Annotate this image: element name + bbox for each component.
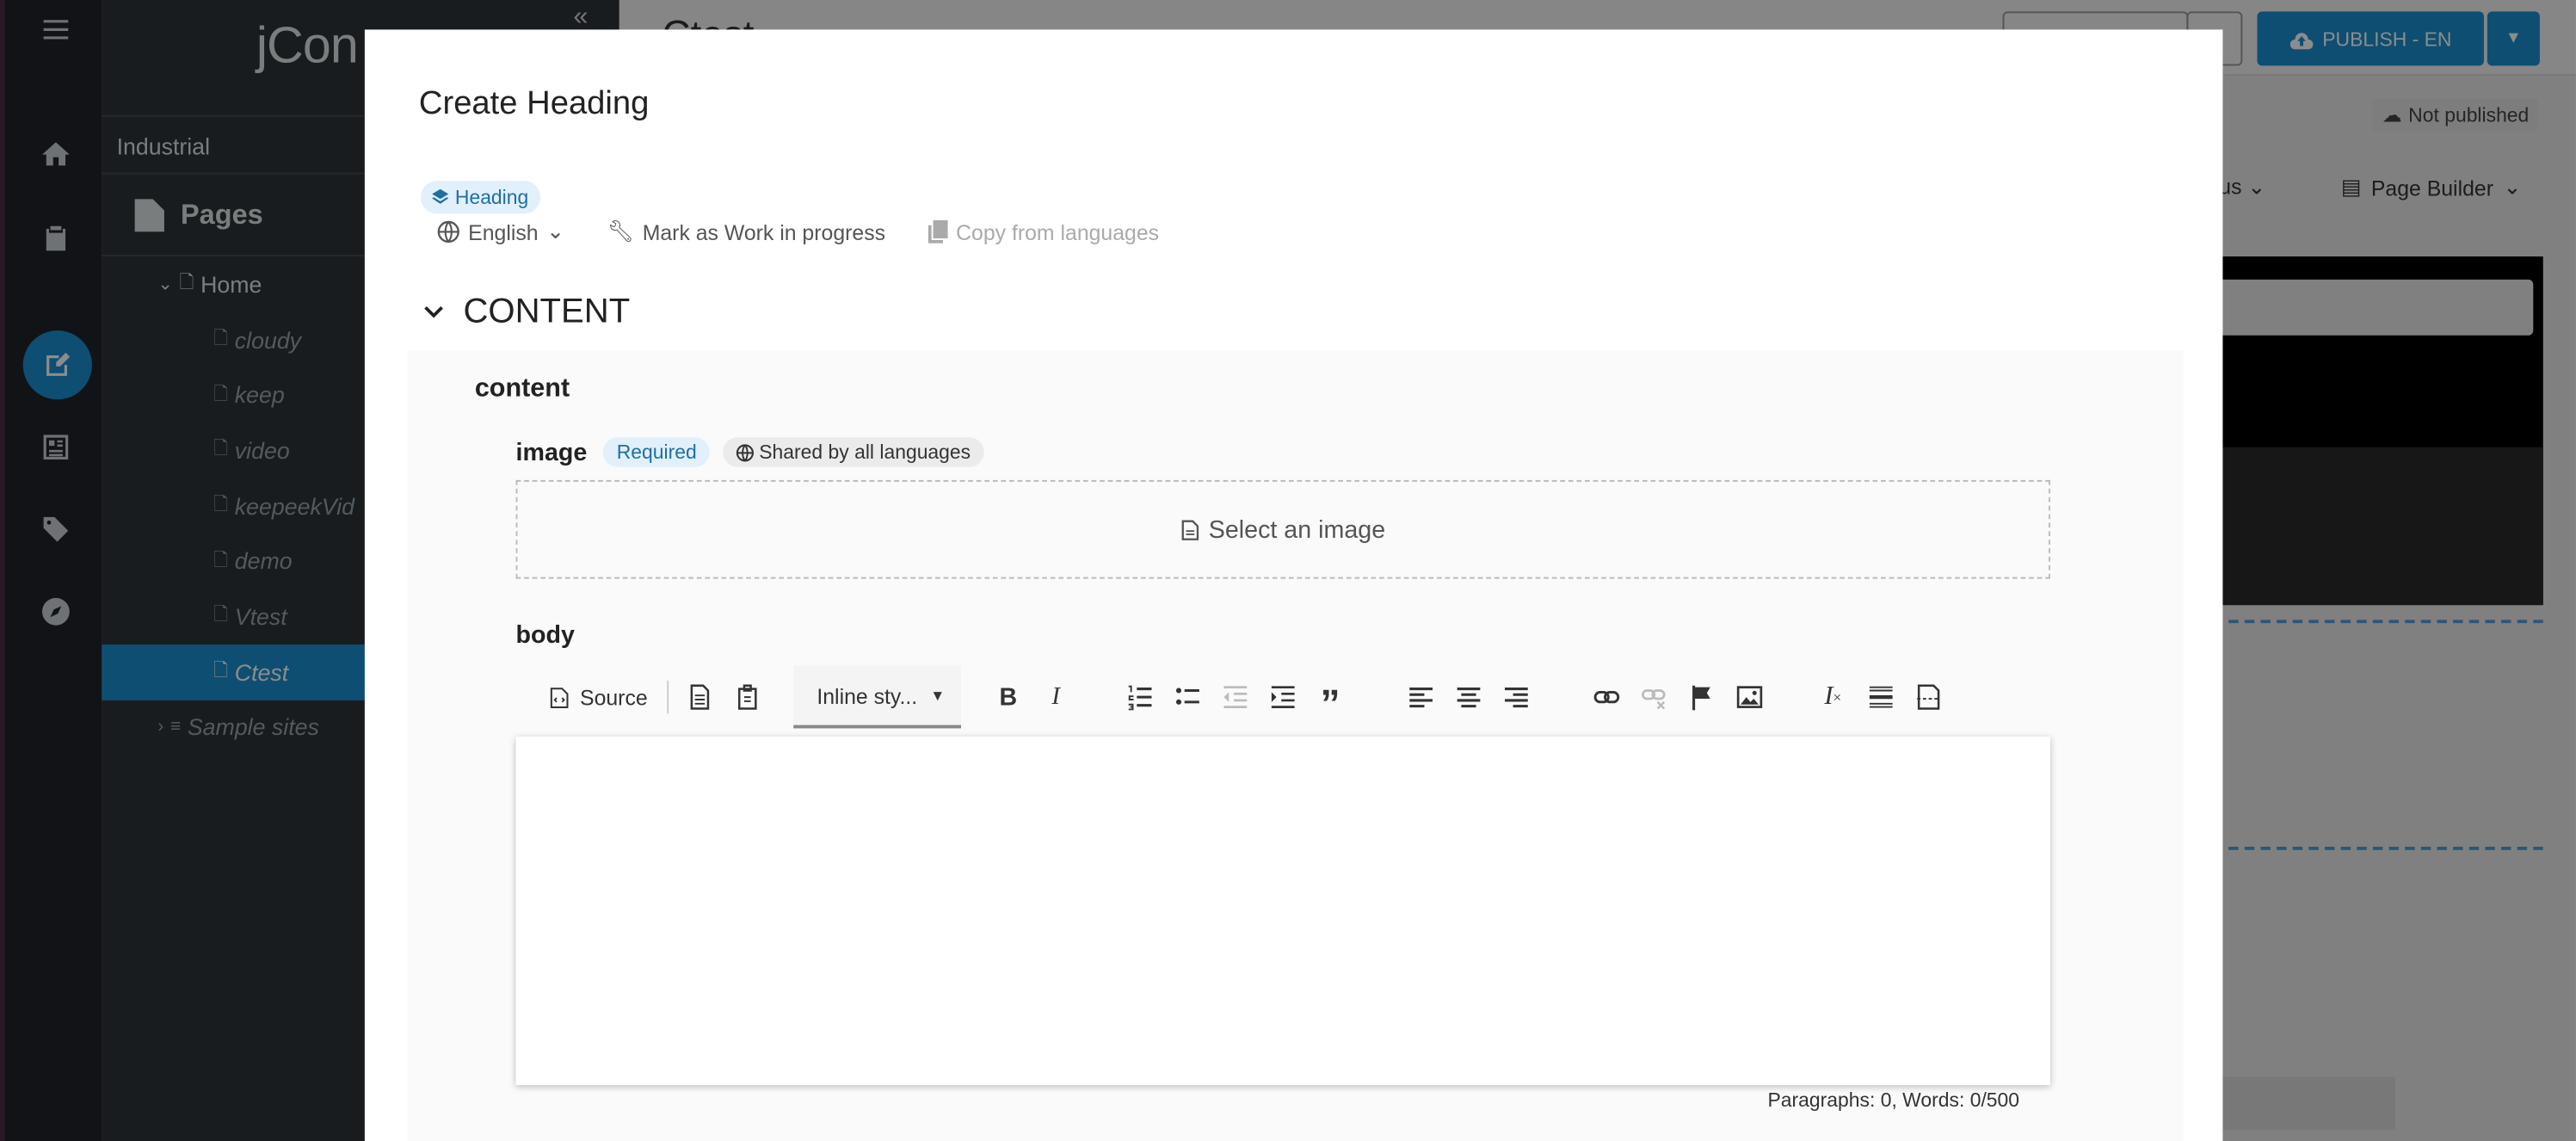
- source-button[interactable]: Source: [516, 668, 661, 727]
- content-type-chip: Heading: [420, 181, 540, 214]
- align-right-icon[interactable]: [1492, 668, 1539, 727]
- body-editor[interactable]: [515, 736, 2050, 1086]
- required-badge: Required: [603, 437, 710, 467]
- horizontal-line-icon[interactable]: [1857, 668, 1904, 727]
- inline-style-label: Inline sty...: [817, 682, 918, 708]
- align-left-icon[interactable]: [1396, 668, 1444, 727]
- blockquote-icon[interactable]: ”: [1306, 668, 1353, 727]
- link-icon[interactable]: [1582, 668, 1630, 727]
- language-label: English: [468, 219, 539, 244]
- select-image-label: Select an image: [1208, 515, 1386, 544]
- dialog-toolbar: English ⌄ 🔧︎ Mark as Work in progress Co…: [437, 215, 1159, 248]
- chevron-down-icon: ⌄: [546, 219, 564, 244]
- toolbar-separator: [667, 681, 669, 714]
- copy-from-languages-label: Copy from languages: [956, 219, 1160, 244]
- outdent-icon[interactable]: [1211, 668, 1259, 727]
- bulleted-list-icon[interactable]: [1163, 668, 1211, 727]
- mark-wip-label: Mark as Work in progress: [642, 219, 886, 244]
- numbered-list-icon[interactable]: [1116, 668, 1163, 727]
- copy-icon: [927, 220, 948, 244]
- inline-style-dropdown[interactable]: Inline sty... ▼: [793, 665, 962, 729]
- body-field-label: body: [515, 621, 575, 650]
- unlink-icon[interactable]: [1630, 668, 1678, 727]
- select-image-dropzone[interactable]: Select an image: [515, 479, 2050, 579]
- image-field-header: image Required Shared by all languages: [515, 437, 984, 467]
- chevron-down-icon: [424, 305, 443, 318]
- globe-icon: [437, 220, 459, 244]
- fieldset-label: content: [474, 374, 570, 404]
- paste-icon: [737, 684, 756, 710]
- file-icon: [1181, 519, 1199, 540]
- anchor-flag-icon[interactable]: [1678, 668, 1725, 727]
- wrench-icon: 🔧︎: [607, 219, 635, 244]
- word-counter: Paragraphs: 0, Words: 0/500: [1767, 1088, 2020, 1112]
- source-label: Source: [580, 684, 648, 710]
- bold-icon[interactable]: B: [984, 668, 1032, 727]
- content-section-header[interactable]: CONTENT: [424, 293, 631, 332]
- create-heading-dialog: Create Heading Heading English ⌄ 🔧︎ Mark…: [364, 29, 2223, 1141]
- preview-button[interactable]: [675, 668, 723, 727]
- italic-icon[interactable]: I: [1032, 668, 1079, 727]
- insert-image-icon[interactable]: [1725, 668, 1772, 727]
- dialog-title: Create Heading: [418, 85, 650, 122]
- indent-icon[interactable]: [1259, 668, 1306, 727]
- page-break-icon[interactable]: [1904, 668, 1951, 727]
- document-icon: [690, 684, 709, 710]
- paste-button[interactable]: [724, 668, 771, 727]
- shared-badge: Shared by all languages: [723, 437, 984, 467]
- content-type-label: Heading: [454, 185, 529, 209]
- rich-text-toolbar: Source Inline sty... ▼ B I ” I ×: [516, 665, 2050, 729]
- shared-label: Shared by all languages: [759, 441, 971, 464]
- layers-icon: [432, 188, 449, 204]
- image-field-label: image: [515, 438, 588, 466]
- align-center-icon[interactable]: [1445, 668, 1492, 727]
- globe-icon: [736, 443, 755, 461]
- mark-wip-button[interactable]: 🔧︎ Mark as Work in progress: [607, 215, 885, 248]
- remove-format-icon[interactable]: I ×: [1809, 668, 1857, 727]
- dropdown-arrow-icon: ▼: [930, 687, 946, 704]
- copy-from-languages-button[interactable]: Copy from languages: [927, 215, 1160, 248]
- language-switcher[interactable]: English ⌄: [437, 215, 564, 248]
- section-title: CONTENT: [463, 293, 631, 331]
- source-icon: [550, 687, 569, 708]
